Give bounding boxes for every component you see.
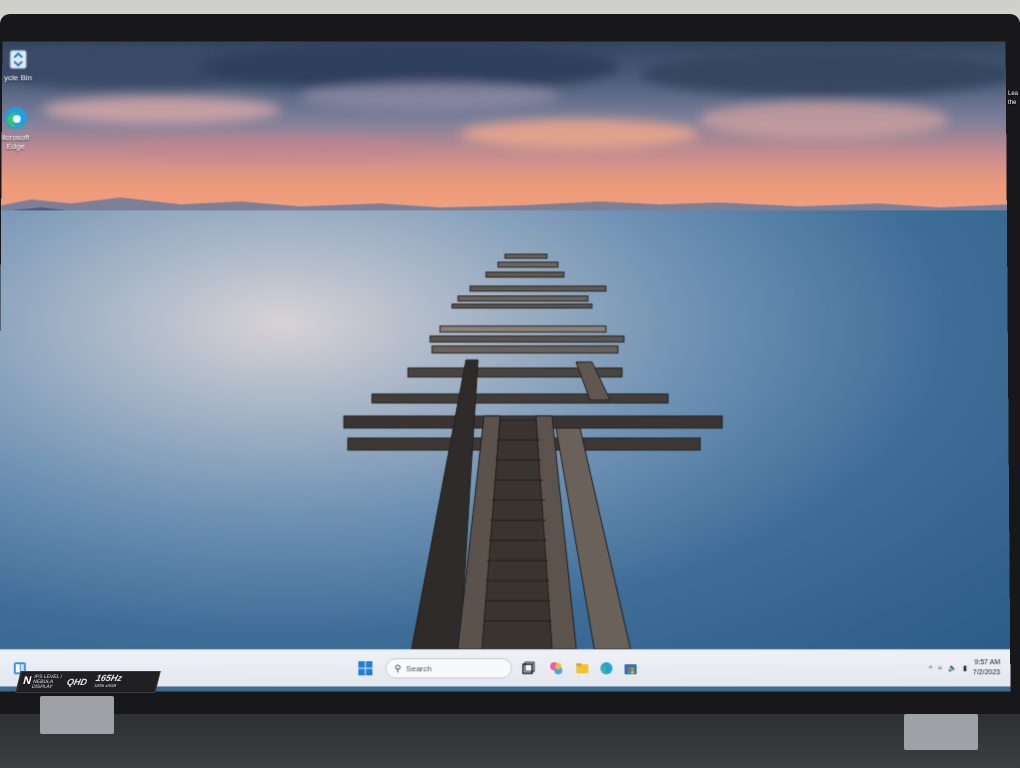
desktop-icon-recycle-bin[interactable]: ycle Bin: [0, 46, 48, 83]
wifi-icon[interactable]: ≈: [938, 665, 942, 672]
resolution-label: QHD: [66, 677, 96, 687]
recycle-bin-label: ycle Bin: [4, 73, 32, 82]
hinge-cover-right: [904, 714, 978, 750]
edge-text-line2: the: [1008, 99, 1018, 108]
copilot-button[interactable]: [546, 658, 566, 678]
system-tray: ^ ≈ 🔈 ▮ 9:57 AM 7/2/2023: [929, 656, 1000, 680]
desktop-icon-edge[interactable]: licrosoft Edge: [0, 105, 46, 151]
clock-time: 9:57 AM: [973, 658, 1000, 668]
battery-icon[interactable]: ▮: [963, 664, 967, 672]
desktop-screen: ycle Bin licrosoft Edge ⚲ Search ^ ≈ 🔈 ▮…: [0, 42, 1010, 692]
start-button[interactable]: [355, 658, 375, 678]
refresh-sub: 100% sRGB: [93, 682, 121, 689]
recycle-bin-icon: [5, 46, 31, 72]
hinge-cover-left: [40, 696, 114, 734]
clock-date: 7/2/2023: [973, 668, 1000, 678]
refresh-rate: 165Hz 100% sRGB: [93, 675, 123, 689]
edge-label-line1: licrosoft: [0, 133, 46, 142]
task-view-icon: [521, 661, 535, 675]
start-icon: [358, 661, 372, 675]
search-placeholder: Search: [406, 664, 431, 673]
copilot-icon: [549, 661, 563, 675]
display-spec-sticker: N IPS LEVEL / NEBULA DISPLAY QHD 165Hz 1…: [15, 671, 160, 693]
tray-overflow-chevron[interactable]: ^: [929, 665, 932, 672]
edge-taskbar-button[interactable]: [596, 658, 616, 678]
volume-icon[interactable]: 🔈: [948, 664, 957, 672]
clock[interactable]: 9:57 AM 7/2/2023: [973, 658, 1001, 678]
desktop-edge-text: Lea the: [1008, 90, 1018, 108]
search-icon: ⚲: [394, 663, 401, 674]
file-explorer-button[interactable]: [572, 658, 592, 678]
store-icon: [624, 661, 638, 675]
edge-label-line2: Edge: [0, 142, 46, 151]
taskbar-search[interactable]: ⚲ Search: [385, 658, 512, 678]
edge-icon: [599, 661, 613, 675]
store-button[interactable]: [621, 658, 641, 678]
edge-text-line1: Lea: [1008, 90, 1018, 99]
wallpaper-pier: [0, 42, 1010, 692]
task-view-button[interactable]: [518, 658, 538, 678]
edge-icon: [3, 105, 29, 131]
file-explorer-icon: [575, 661, 589, 675]
